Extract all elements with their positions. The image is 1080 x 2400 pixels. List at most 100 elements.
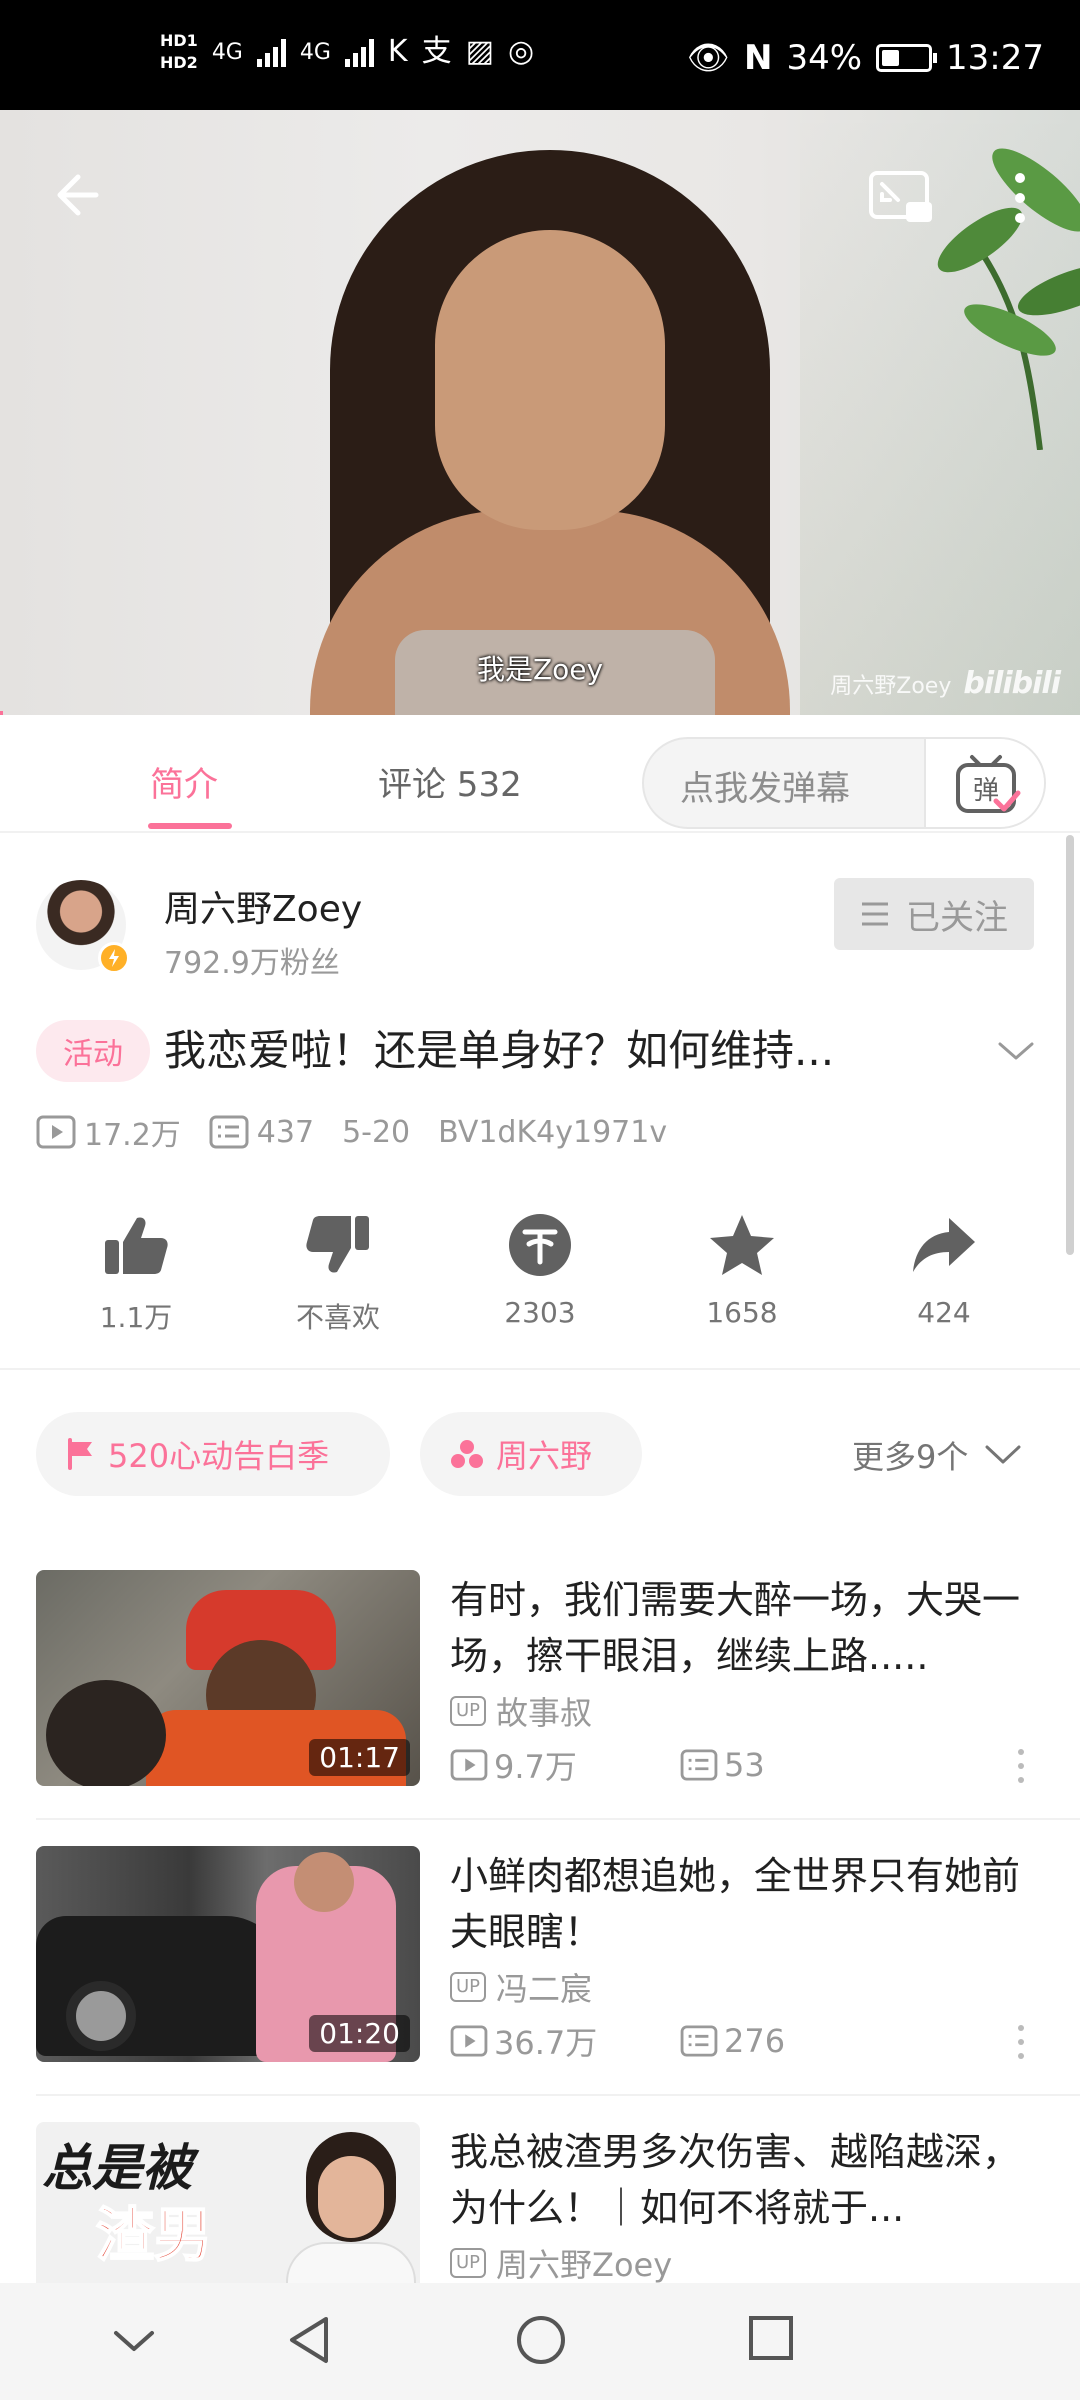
up-badge-icon: UP — [450, 1972, 487, 2002]
back-triangle-icon[interactable] — [284, 2313, 334, 2367]
more-options-icon[interactable] — [1016, 1746, 1026, 1786]
alipay-icon: 支 — [421, 34, 452, 69]
star-icon — [710, 1215, 774, 1275]
uploader-avatar[interactable] — [36, 880, 130, 974]
tab-comments[interactable]: 评论 532 — [378, 757, 522, 806]
status-right: 👁 N 34% 13:27 — [687, 38, 1044, 78]
thumbs-down-icon — [306, 1216, 369, 1273]
related-uploader: UP 冯二宸 — [450, 1964, 592, 2010]
up-badge-icon: UP — [450, 1696, 487, 1726]
related-video-item[interactable]: 01:20 小鲜肉都想追她，全世界只有她前夫眼瞎！ UP 冯二宸 36.7万 2… — [0, 1846, 1080, 2062]
thumb-person — [46, 1680, 166, 1786]
list-separator — [36, 2094, 1080, 2096]
follow-button[interactable]: 已关注 — [834, 878, 1034, 950]
danmaku-tv-icon: 弹 — [956, 755, 1021, 813]
recents-square-icon[interactable] — [746, 2313, 796, 2363]
video-watermark: 周六野Zoey bilibili — [830, 666, 1061, 701]
coin-icon — [509, 1214, 571, 1276]
group-icon — [451, 1440, 483, 1468]
status-bar: HD1 HD2 4G 4G K 支 ▨ ◎ 👁 N 34% 13:27 — [0, 0, 1080, 110]
action-bar: 1.1万 不喜欢 2303 1658 424 — [0, 1212, 1080, 1342]
network-type-2: 4G — [299, 39, 331, 65]
related-title: 我总被渣男多次伤害、越陷越深，为什么！｜如何不将就于... — [450, 2130, 1021, 2230]
system-nav-bar — [0, 2283, 1080, 2400]
battery-fill — [882, 50, 900, 66]
related-stats: 36.7万 276 — [450, 2018, 785, 2064]
thumb-shirt — [286, 2242, 416, 2283]
nfc-icon: N — [743, 38, 773, 78]
image-alert-icon: ▨ — [465, 34, 494, 69]
danmaku-count-icon — [680, 2025, 718, 2057]
thumb-text-2: 渣男 — [95, 2200, 213, 2270]
danmaku-count-icon — [680, 1749, 718, 1781]
related-thumbnail[interactable]: 总是被 渣男 — [36, 2122, 420, 2283]
play-count-icon — [450, 2025, 488, 2057]
related-stats: 9.7万 53 — [450, 1742, 765, 1788]
uploader-name[interactable]: 周六野Zoey — [164, 880, 362, 932]
hide-nav-chevron-icon[interactable] — [112, 2327, 156, 2355]
person-face — [435, 230, 665, 530]
battery-percent: 34% — [786, 38, 863, 78]
related-thumbnail[interactable]: 01:17 — [36, 1570, 420, 1786]
more-options-icon[interactable] — [1016, 2022, 1026, 2062]
danmaku-toggle-button[interactable]: 弹 — [924, 739, 1044, 827]
verified-badge-icon — [98, 942, 130, 974]
like-button[interactable]: 1.1万 — [36, 1212, 236, 1336]
coin-button[interactable]: 2303 — [440, 1212, 640, 1329]
battery-icon — [876, 44, 938, 72]
more-topics-button[interactable]: 更多9个 — [852, 1432, 1022, 1478]
danmaku-input[interactable]: 点我发弹幕 弹 — [642, 737, 1046, 829]
chevron-down-icon[interactable] — [996, 1036, 1036, 1066]
hd-indicator: HD1 HD2 — [160, 31, 198, 72]
picture-in-picture-icon[interactable] — [868, 170, 934, 224]
play-count-icon — [450, 1749, 488, 1781]
uploader-fans: 792.9万粉丝 — [164, 946, 340, 981]
thumb-face — [294, 1852, 354, 1912]
signal-icon-2 — [344, 37, 374, 67]
activity-tag[interactable]: 活动 — [36, 1020, 150, 1082]
chevron-down-icon — [985, 1445, 1021, 1464]
signal-icon — [256, 37, 286, 67]
detail-tabs: 简介 评论 532 点我发弹幕 弹 — [0, 715, 1080, 833]
topic-chip-uploader[interactable]: 周六野 — [420, 1412, 642, 1496]
video-meta: 17.2万 437 5-20 BV1dK4y1971v — [36, 1110, 677, 1154]
play-count-icon — [36, 1115, 76, 1149]
flag-icon — [68, 1438, 92, 1470]
related-title: 有时，我们需要大醉一场，大哭一场，擦干眼泪，继续上路..... — [450, 1578, 1021, 1678]
menu-icon — [862, 902, 888, 926]
tab-intro[interactable]: 简介 — [150, 757, 218, 806]
up-badge-icon: UP — [450, 2248, 487, 2278]
more-options-icon[interactable] — [1005, 168, 1035, 228]
related-uploader: UP 故事叔 — [450, 1688, 592, 1734]
location-alert-icon: ◎ — [507, 34, 535, 69]
tab-active-indicator — [148, 823, 232, 829]
related-title: 小鲜肉都想追她，全世界只有她前夫眼瞎！ — [450, 1854, 1021, 1954]
share-arrow-icon — [913, 1218, 975, 1272]
list-separator — [36, 1818, 1080, 1820]
related-video-item[interactable]: 总是被 渣男 我总被渣男多次伤害、越陷越深，为什么！｜如何不将就于... UP … — [0, 2122, 1080, 2283]
scroll-indicator[interactable] — [1066, 835, 1074, 1255]
related-video-item[interactable]: 01:17 有时，我们需要大醉一场，大哭一场，擦干眼泪，继续上路..... UP… — [0, 1570, 1080, 1786]
play-count: 17.2万 — [84, 1118, 181, 1153]
video-duration: 01:20 — [309, 2015, 410, 2052]
related-thumbnail[interactable]: 01:20 — [36, 1846, 420, 2062]
home-circle-icon[interactable] — [514, 2313, 568, 2367]
network-type-1: 4G — [211, 39, 243, 65]
danmaku-count-icon — [209, 1115, 249, 1149]
danmaku-placeholder: 点我发弹幕 — [680, 769, 850, 809]
plant-decoration — [937, 148, 1080, 450]
video-player[interactable]: 我是Zoey 周六野Zoey bilibili — [0, 110, 1080, 715]
video-duration: 01:17 — [309, 1739, 410, 1776]
clock: 13:27 — [946, 38, 1044, 78]
danmaku-count: 437 — [256, 1114, 315, 1150]
back-arrow-icon[interactable] — [50, 165, 110, 225]
favorite-button[interactable]: 1658 — [642, 1212, 842, 1329]
publish-date: 5-20 — [342, 1114, 411, 1150]
video-title: 我恋爱啦！还是单身好？如何维持... — [164, 1026, 835, 1075]
dislike-button[interactable]: 不喜欢 — [238, 1212, 438, 1336]
status-left: HD1 HD2 4G 4G K 支 ▨ ◎ — [160, 30, 534, 74]
topic-chip-event[interactable]: 520心动告白季 — [36, 1412, 390, 1496]
section-divider — [0, 1368, 1080, 1370]
share-button[interactable]: 424 — [844, 1212, 1044, 1329]
bvid: BV1dK4y1971v — [438, 1114, 668, 1150]
